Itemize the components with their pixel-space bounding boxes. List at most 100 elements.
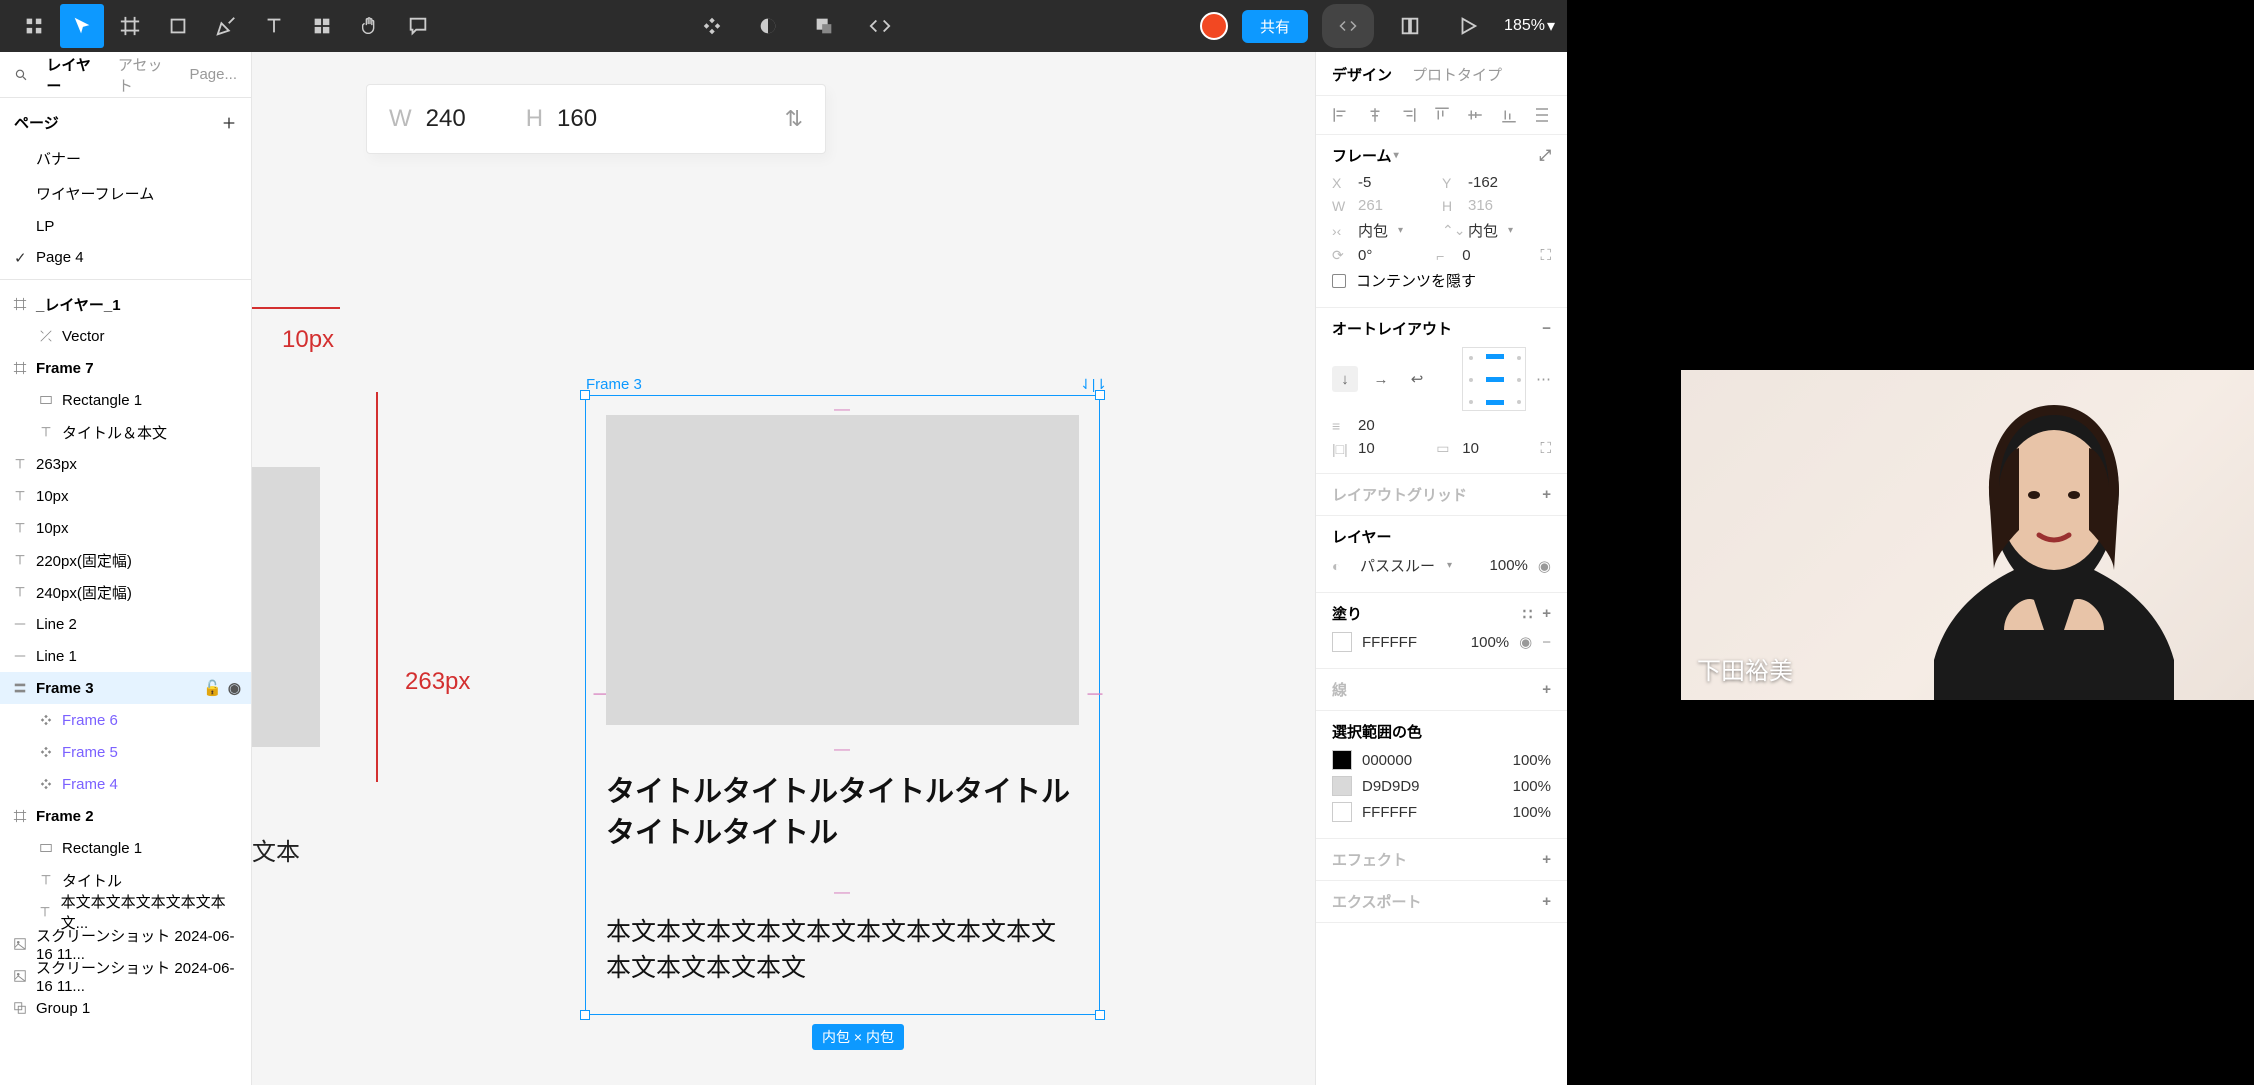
- devmode-icon[interactable]: [858, 4, 902, 48]
- canvas[interactable]: W 240 H 160 ⇅ 10px 263px 文本 Frame 3 ⇃|⇂ …: [252, 52, 1315, 1085]
- layer-item[interactable]: 240px(固定幅): [0, 576, 251, 608]
- frame-tool[interactable]: [108, 4, 152, 48]
- vresize-dropdown[interactable]: 内包: [1468, 220, 1498, 241]
- tab-assets[interactable]: アセット: [118, 54, 172, 96]
- hand-tool[interactable]: [348, 4, 392, 48]
- card-image-placeholder[interactable]: [606, 415, 1079, 725]
- color-swatch[interactable]: [1332, 750, 1352, 770]
- alignment-grid[interactable]: [1462, 347, 1526, 411]
- move-tool[interactable]: [60, 4, 104, 48]
- layer-item[interactable]: 本文本文本文本文本文本文...: [0, 896, 251, 928]
- add-export-icon[interactable]: +: [1542, 893, 1551, 910]
- layer-item[interactable]: Frame 2: [0, 800, 251, 832]
- add-fill-icon[interactable]: +: [1542, 605, 1551, 623]
- radius-input[interactable]: 0: [1462, 247, 1470, 264]
- gap-input[interactable]: 20: [1358, 417, 1375, 434]
- unlock-icon[interactable]: 🔓: [203, 679, 222, 697]
- layer-item[interactable]: Frame 6: [0, 704, 251, 736]
- layer-item[interactable]: Vector: [0, 320, 251, 352]
- opacity-input[interactable]: 100%: [1490, 557, 1528, 574]
- layer-item[interactable]: _レイヤー_1: [0, 288, 251, 320]
- align-bottom-icon[interactable]: [1500, 106, 1518, 124]
- pages-header[interactable]: ページ: [0, 104, 251, 141]
- selection-handle[interactable]: [1095, 1010, 1105, 1020]
- resources-tool[interactable]: [300, 4, 344, 48]
- layer-item[interactable]: スクリーンショット 2024-06-16 11...: [0, 928, 251, 960]
- color-swatch[interactable]: [1332, 776, 1352, 796]
- card-body-text[interactable]: 本文本文本文本文本文本文本文本文本文本文本文本文本文: [606, 914, 1079, 987]
- present-button[interactable]: [1446, 4, 1490, 48]
- padv-input[interactable]: 10: [1462, 440, 1479, 457]
- add-effect-icon[interactable]: +: [1542, 851, 1551, 868]
- selection-color-row[interactable]: 000000100%: [1332, 750, 1551, 770]
- height-value[interactable]: 160: [557, 105, 597, 133]
- chevron-down-icon[interactable]: ▾: [1394, 150, 1399, 161]
- devmode-toggle[interactable]: [1322, 4, 1374, 48]
- page-item[interactable]: LP: [0, 211, 251, 242]
- align-vcenter-icon[interactable]: [1466, 106, 1484, 124]
- text-tool[interactable]: [252, 4, 296, 48]
- frame-label[interactable]: Frame 3: [586, 376, 642, 393]
- h-input[interactable]: 316: [1468, 197, 1493, 214]
- align-top-icon[interactable]: [1433, 106, 1451, 124]
- fill-visibility-icon[interactable]: ◉: [1519, 633, 1532, 651]
- mask-icon[interactable]: [746, 4, 790, 48]
- layer-item[interactable]: Frame 3🔓◉: [0, 672, 251, 704]
- comment-tool[interactable]: [396, 4, 440, 48]
- add-stroke-icon[interactable]: +: [1542, 681, 1551, 698]
- remove-autolayout-icon[interactable]: −: [1542, 320, 1551, 337]
- align-right-icon[interactable]: [1399, 106, 1417, 124]
- direction-wrap-button[interactable]: ↩: [1404, 366, 1430, 392]
- page-item[interactable]: Page 4: [0, 242, 251, 273]
- component-icon[interactable]: [690, 4, 734, 48]
- fill-opacity-input[interactable]: 100%: [1471, 634, 1509, 651]
- tab-design[interactable]: デザイン: [1332, 64, 1392, 85]
- shape-tool[interactable]: [156, 4, 200, 48]
- zoom-menu[interactable]: 185%▾: [1504, 16, 1555, 36]
- blend-dropdown[interactable]: パススルー: [1360, 555, 1435, 576]
- tab-prototype[interactable]: プロトタイプ: [1412, 64, 1502, 85]
- library-icon[interactable]: [1388, 4, 1432, 48]
- align-left-icon[interactable]: [1332, 106, 1350, 124]
- independent-corners-icon[interactable]: ⛶: [1540, 247, 1551, 264]
- selection-handle[interactable]: [1095, 390, 1105, 400]
- page-item[interactable]: バナー: [0, 141, 251, 176]
- layer-item[interactable]: Frame 5: [0, 736, 251, 768]
- direction-horizontal-button[interactable]: →: [1368, 366, 1394, 392]
- page-item[interactable]: ワイヤーフレーム: [0, 176, 251, 211]
- gap-indicator[interactable]: —: [834, 884, 850, 902]
- layer-item[interactable]: スクリーンショット 2024-06-16 11...: [0, 960, 251, 992]
- card-title-text[interactable]: タイトルタイトルタイトルタイトルタイトルタイトル: [606, 772, 1079, 853]
- pen-tool[interactable]: [204, 4, 248, 48]
- fit-icon[interactable]: ⤢: [1539, 147, 1551, 164]
- tab-page-dropdown[interactable]: Page...: [189, 66, 237, 83]
- w-input[interactable]: 261: [1358, 197, 1383, 214]
- fill-hex-input[interactable]: FFFFFF: [1362, 634, 1417, 651]
- gap-indicator[interactable]: —: [834, 741, 850, 759]
- user-avatar[interactable]: [1200, 12, 1228, 40]
- fill-swatch[interactable]: [1332, 632, 1352, 652]
- remove-fill-icon[interactable]: −: [1542, 634, 1551, 651]
- selection-handle[interactable]: [580, 390, 590, 400]
- distribute-icon[interactable]: [1533, 106, 1551, 124]
- layer-item[interactable]: Line 1: [0, 640, 251, 672]
- padding-indicator-right[interactable]: |: [1086, 692, 1104, 696]
- autolayout-more-icon[interactable]: ⋯: [1536, 370, 1551, 388]
- layer-item[interactable]: Group 1: [0, 992, 251, 1024]
- share-button[interactable]: 共有: [1242, 10, 1308, 43]
- align-hcenter-icon[interactable]: [1366, 106, 1384, 124]
- styles-icon[interactable]: ∷: [1523, 605, 1533, 623]
- layer-item[interactable]: 10px: [0, 480, 251, 512]
- independent-padding-icon[interactable]: ⛶: [1540, 440, 1551, 457]
- main-menu-button[interactable]: [12, 4, 56, 48]
- y-input[interactable]: -162: [1468, 174, 1498, 191]
- boolean-icon[interactable]: [802, 4, 846, 48]
- visibility-icon[interactable]: ◉: [228, 679, 241, 697]
- rotation-input[interactable]: 0°: [1358, 247, 1372, 264]
- link-dimensions-icon[interactable]: ⇅: [785, 106, 803, 132]
- layer-item[interactable]: Frame 4: [0, 768, 251, 800]
- layer-item[interactable]: Frame 7: [0, 352, 251, 384]
- dimensions-floating-panel[interactable]: W 240 H 160 ⇅: [366, 84, 826, 154]
- layer-item[interactable]: タイトル＆本文: [0, 416, 251, 448]
- layer-item[interactable]: Line 2: [0, 608, 251, 640]
